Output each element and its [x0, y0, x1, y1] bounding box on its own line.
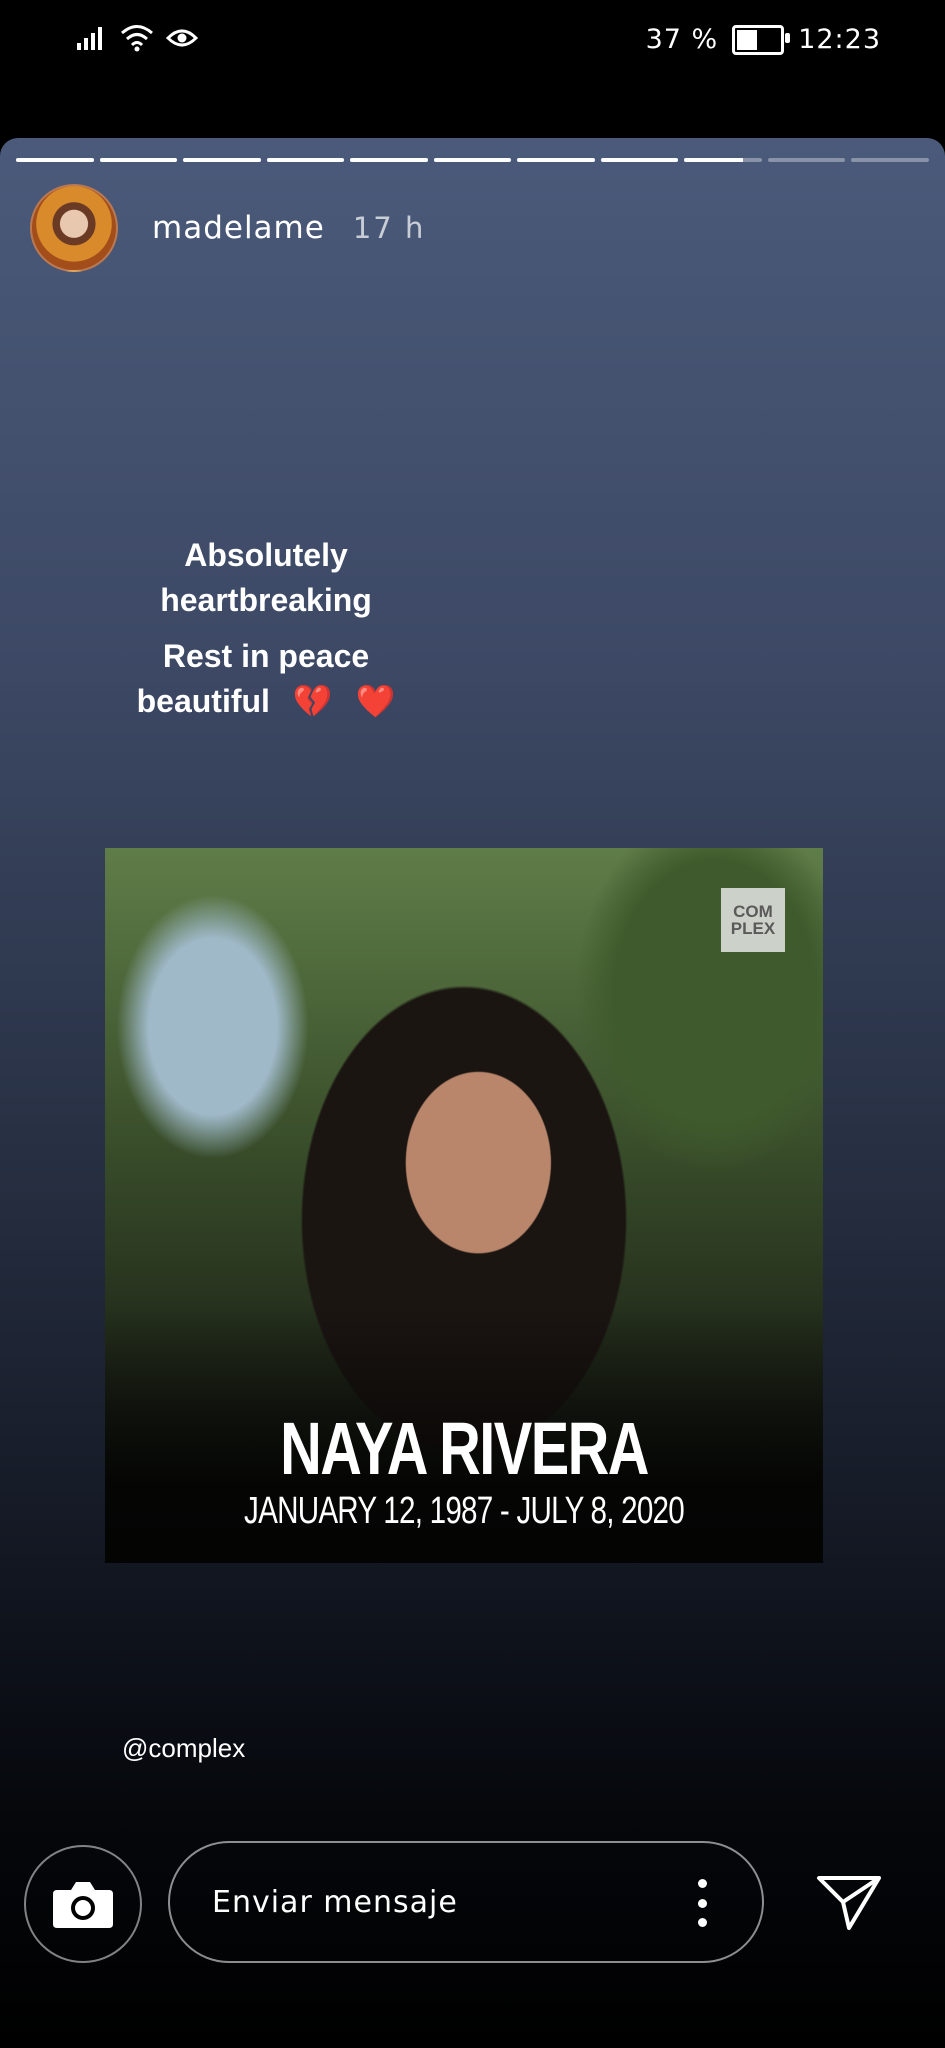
- progress-segment: [851, 158, 930, 162]
- status-bar: 37 % 12:23: [0, 0, 945, 90]
- camera-button[interactable]: [24, 1845, 142, 1963]
- send-button[interactable]: [815, 1872, 885, 1932]
- wifi-icon: [121, 25, 153, 52]
- send-icon: [817, 1876, 881, 1930]
- signal-icon: [77, 27, 102, 50]
- broken-heart-icon: 💔: [292, 683, 333, 719]
- shared-post-image[interactable]: COM PLEX NAYA RIVERA JANUARY 12, 1987 - …: [105, 848, 823, 1563]
- status-icons-left: [76, 24, 198, 52]
- clock: 12:23: [798, 24, 881, 55]
- message-input[interactable]: Enviar mensaje: [168, 1841, 764, 1963]
- progress-segment: [16, 158, 94, 162]
- progress-segment: [767, 158, 846, 162]
- status-icons-right: 37 % 12:23: [646, 24, 881, 55]
- story-view[interactable]: madelame 17 h Absolutely heartbreaking R…: [0, 138, 945, 2048]
- post-dates: JANUARY 12, 1987 - JULY 8, 2020: [244, 1490, 685, 1532]
- progress-segment: [433, 158, 512, 162]
- progress-segment: [684, 158, 762, 162]
- story-progress-bar: [16, 158, 930, 163]
- progress-segment: [350, 158, 428, 162]
- caption-text-1: Absolutely heartbreaking: [160, 537, 372, 618]
- story-username[interactable]: madelame: [152, 210, 325, 246]
- message-placeholder: Enviar mensaje: [212, 1885, 458, 1920]
- battery-icon: [732, 24, 791, 55]
- progress-segment: [600, 158, 679, 162]
- caption-text-2: Rest in peace beautiful: [136, 638, 370, 719]
- camera-icon: [53, 1882, 113, 1928]
- mention-link[interactable]: @complex: [122, 1733, 245, 1764]
- post-title: NAYA RIVERA: [280, 1407, 649, 1490]
- avatar[interactable]: [30, 184, 118, 272]
- progress-segment: [183, 158, 261, 162]
- story-caption-line-1: Absolutely heartbreaking: [110, 533, 422, 623]
- more-vertical-icon[interactable]: [692, 1879, 712, 1927]
- progress-segment: [266, 158, 345, 162]
- eye-icon: [166, 29, 198, 47]
- story-caption-line-2: Rest in peace beautiful 💔 ❤️: [110, 634, 422, 724]
- heart-icon: ❤️: [355, 683, 396, 719]
- progress-segment: [99, 158, 178, 162]
- complex-logo: COM PLEX: [721, 888, 785, 952]
- progress-segment: [517, 158, 595, 162]
- battery-percent: 37 %: [645, 24, 719, 55]
- story-timestamp: 17 h: [352, 211, 426, 245]
- story-header: madelame 17 h: [30, 184, 425, 272]
